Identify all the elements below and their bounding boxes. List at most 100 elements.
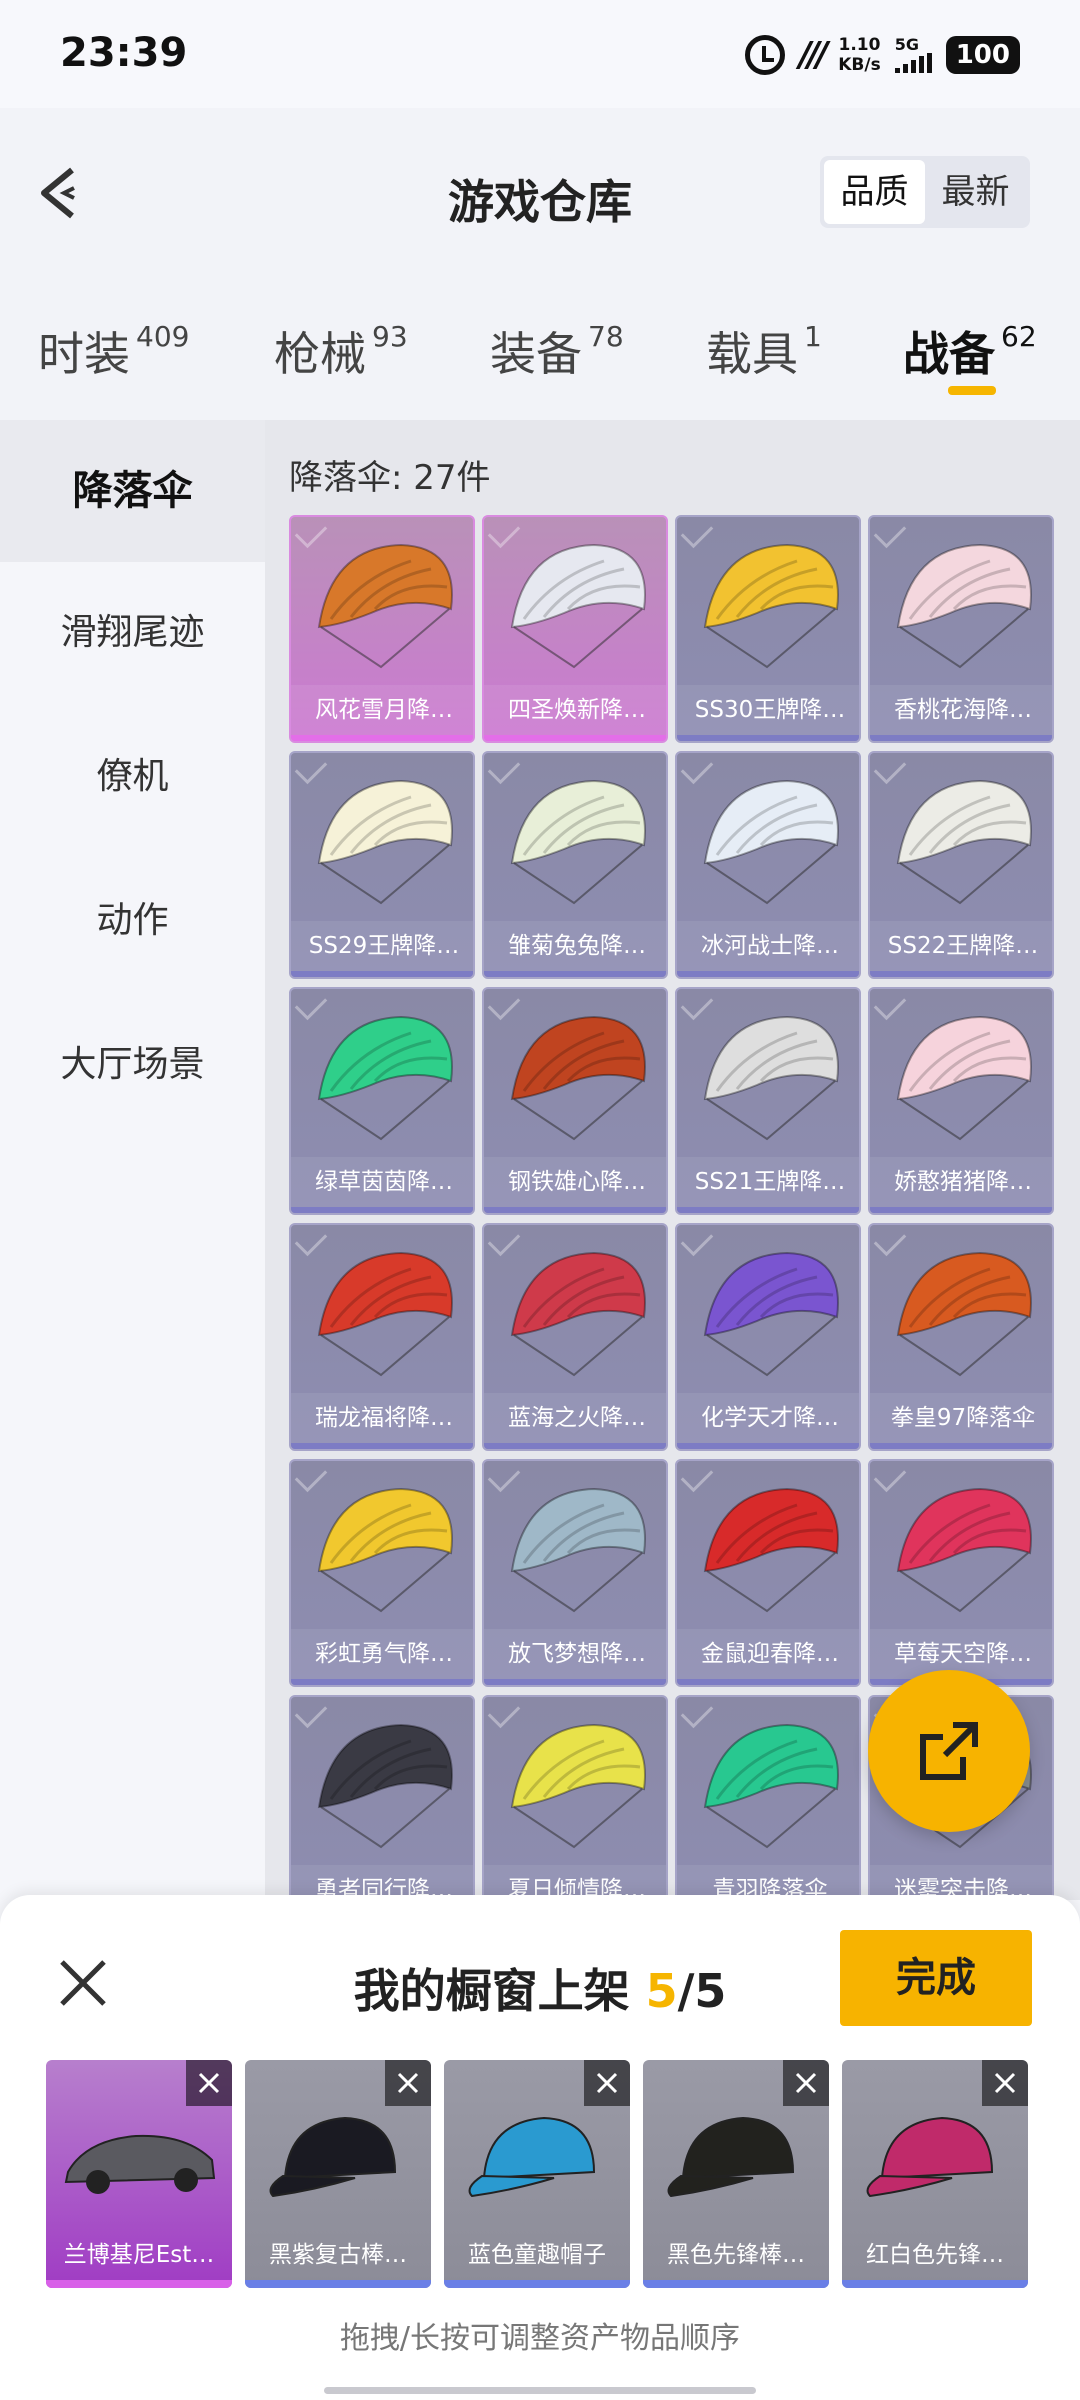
signal-indicator: 5G xyxy=(894,37,932,73)
close-icon xyxy=(596,2072,618,2094)
item-name: 化学天才降… xyxy=(677,1393,859,1443)
tab-label: 装备 xyxy=(490,327,582,381)
parachute-item-card[interactable]: 雏菊兔兔降… xyxy=(482,751,668,979)
parachute-item-card[interactable]: SS21王牌降… xyxy=(675,987,861,1215)
rarity-bar xyxy=(291,1207,473,1213)
parachute-item-card[interactable]: 瑞龙福将降… xyxy=(289,1223,475,1451)
item-name: 四圣焕新降… xyxy=(484,685,666,735)
tab-supplies[interactable]: 战备 62 xyxy=(903,318,1037,384)
rarity-bar xyxy=(46,2280,232,2288)
parachute-item-card[interactable]: 娇憨猪猪降… xyxy=(868,987,1054,1215)
parachute-icon xyxy=(896,779,1032,905)
showcase-item-card[interactable]: 黑紫复古棒… xyxy=(245,2060,431,2288)
parachute-item-card[interactable]: SS29王牌降… xyxy=(289,751,475,979)
home-indicator[interactable] xyxy=(324,2387,756,2394)
parachute-item-card[interactable]: 青羽降落伞 xyxy=(675,1695,861,1900)
parachute-item-card[interactable]: 冰河战士降… xyxy=(675,751,861,979)
parachute-item-card[interactable]: 蓝海之火降… xyxy=(482,1223,668,1451)
parachute-item-card[interactable]: 风花雪月降… xyxy=(289,515,475,743)
showcase-item-card[interactable]: 蓝色童趣帽子 xyxy=(444,2060,630,2288)
item-name: 金鼠迎春降… xyxy=(677,1629,859,1679)
sort-by-quality[interactable]: 品质 xyxy=(824,160,925,224)
sidebar-item-glide-trail[interactable]: 滑翔尾迹 xyxy=(0,562,265,704)
parachute-icon xyxy=(896,1251,1032,1377)
item-name: 绿草茵茵降… xyxy=(291,1157,473,1207)
showcase-current-count: 5 xyxy=(645,1964,678,2018)
tab-label: 战备 xyxy=(903,327,995,381)
sort-by-newest[interactable]: 最新 xyxy=(925,160,1026,224)
showcase-panel: 我的橱窗上架 5/5 完成 兰博基尼Est… 黑紫复古棒… 蓝色童趣帽子 黑色先锋棒…… xyxy=(0,1895,1080,2400)
tab-gear[interactable]: 装备 78 xyxy=(490,318,624,384)
item-name: 娇憨猪猪降… xyxy=(870,1157,1052,1207)
showcase-item-card[interactable]: 兰博基尼Est… xyxy=(46,2060,232,2288)
rarity-bar xyxy=(643,2280,829,2288)
rarity-bar xyxy=(870,735,1052,741)
status-time: 23:39 xyxy=(60,30,188,76)
rarity-bar xyxy=(842,2280,1028,2288)
rarity-bar xyxy=(291,971,473,977)
parachute-icon xyxy=(317,1487,453,1613)
rarity-bar xyxy=(245,2280,431,2288)
remove-item-button[interactable] xyxy=(186,2060,232,2106)
network-speed-unit: KB/s xyxy=(838,55,881,75)
share-icon xyxy=(920,1722,978,1780)
rarity-bar xyxy=(484,735,666,741)
rarity-bar xyxy=(291,735,473,741)
item-name: 香桃花海降… xyxy=(870,685,1052,735)
item-name: 瑞龙福将降… xyxy=(291,1393,473,1443)
rarity-bar xyxy=(444,2280,630,2288)
parachute-item-card[interactable]: 钢铁雄心降… xyxy=(482,987,668,1215)
rarity-bar xyxy=(677,1679,859,1685)
close-icon xyxy=(198,2072,220,2094)
tab-fashion[interactable]: 时装 409 xyxy=(38,318,189,384)
remove-item-button[interactable] xyxy=(385,2060,431,2106)
item-name: 蓝色童趣帽子 xyxy=(468,2242,606,2268)
done-button[interactable]: 完成 xyxy=(840,1930,1032,2026)
item-name: 雏菊兔兔降… xyxy=(484,921,666,971)
sidebar-item-parachute[interactable]: 降落伞 xyxy=(0,420,265,562)
showcase-total-count: /5 xyxy=(677,1964,727,2018)
rarity-bar xyxy=(870,1443,1052,1449)
remove-item-button[interactable] xyxy=(584,2060,630,2106)
sidebar: 降落伞 滑翔尾迹 僚机 动作 大厅场景 xyxy=(0,420,265,1900)
parachute-icon xyxy=(510,1251,646,1377)
tab-weapons[interactable]: 枪械 93 xyxy=(274,318,408,384)
showcase-item-card[interactable]: 黑色先锋棒… xyxy=(643,2060,829,2288)
parachute-icon xyxy=(510,543,646,669)
item-name: 拳皇97降落伞 xyxy=(870,1393,1052,1443)
parachute-item-card[interactable]: 香桃花海降… xyxy=(868,515,1054,743)
parachute-item-card[interactable]: 金鼠迎春降… xyxy=(675,1459,861,1687)
parachute-item-card[interactable]: 彩虹勇气降… xyxy=(289,1459,475,1687)
share-button[interactable] xyxy=(868,1670,1030,1832)
sidebar-item-emote[interactable]: 动作 xyxy=(0,850,265,992)
parachute-item-card[interactable]: 夏日倾情降… xyxy=(482,1695,668,1900)
showcase-item-card[interactable]: 红白色先锋… xyxy=(842,2060,1028,2288)
parachute-item-card[interactable]: 绿草茵茵降… xyxy=(289,987,475,1215)
parachute-item-card[interactable]: 化学天才降… xyxy=(675,1223,861,1451)
tab-count: 78 xyxy=(588,319,624,353)
item-name: 钢铁雄心降… xyxy=(484,1157,666,1207)
parachute-item-card[interactable]: 拳皇97降落伞 xyxy=(868,1223,1054,1451)
sidebar-item-lobby-scene[interactable]: 大厅场景 xyxy=(0,994,265,1136)
remove-item-button[interactable] xyxy=(982,2060,1028,2106)
category-tabs: 时装 409 枪械 93 装备 78 载具 1 战备 62 xyxy=(0,278,1080,420)
tab-label: 枪械 xyxy=(274,327,366,381)
sort-toggle: 品质 最新 xyxy=(820,156,1030,228)
tab-vehicles[interactable]: 载具 1 xyxy=(706,318,822,384)
parachute-icon xyxy=(703,1487,839,1613)
close-icon xyxy=(397,2072,419,2094)
sidebar-item-wingman[interactable]: 僚机 xyxy=(0,706,265,848)
parachute-item-card[interactable]: 草莓天空降… xyxy=(868,1459,1054,1687)
remove-item-button[interactable] xyxy=(783,2060,829,2106)
parachute-item-card[interactable]: 勇者同行降… xyxy=(289,1695,475,1900)
parachute-item-card[interactable]: 放飞梦想降… xyxy=(482,1459,668,1687)
item-count-label: 降落伞: 27件 xyxy=(289,458,491,498)
parachute-item-card[interactable]: SS30王牌降… xyxy=(675,515,861,743)
parachute-icon xyxy=(703,1723,839,1849)
parachute-item-card[interactable]: 四圣焕新降… xyxy=(482,515,668,743)
tab-label: 载具 xyxy=(706,327,798,381)
tab-count: 62 xyxy=(1001,319,1037,353)
rarity-bar xyxy=(484,1207,666,1213)
parachute-item-card[interactable]: SS22王牌降… xyxy=(868,751,1054,979)
tab-label: 时装 xyxy=(38,327,130,381)
